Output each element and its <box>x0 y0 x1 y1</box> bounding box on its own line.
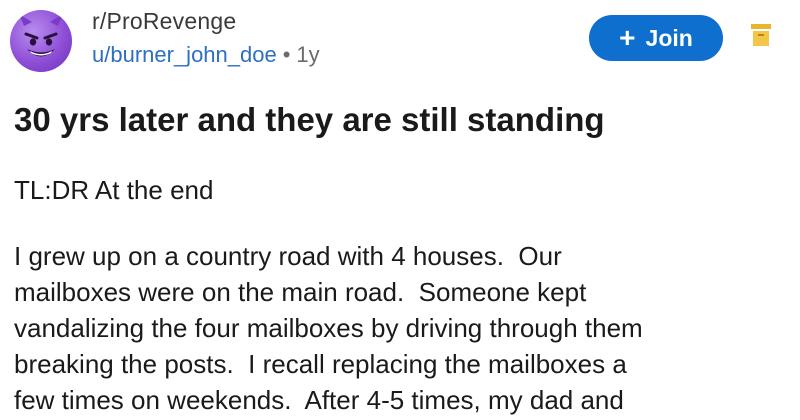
author-link[interactable]: u/burner_john_doe <box>92 42 277 67</box>
join-label: Join <box>645 24 693 51</box>
subreddit-name[interactable]: r/ProRevenge <box>92 6 320 36</box>
archive-box-icon <box>751 24 771 46</box>
join-button[interactable]: + Join <box>589 15 723 61</box>
body-line: mailboxes were on the main road. Someone… <box>14 277 587 307</box>
plus-icon: + <box>619 22 636 53</box>
body-line: I grew up on a country road with 4 house… <box>14 241 562 271</box>
byline-separator: • <box>282 42 291 67</box>
body-line: few times on weekends. After 4-5 times, … <box>14 385 624 415</box>
body-line: vandalizing the four mailboxes by drivin… <box>14 313 643 343</box>
post-age: 1y <box>296 42 320 67</box>
post-tldr: TL:DR At the end <box>14 175 214 205</box>
post-byline: u/burner_john_doe • 1y <box>92 40 320 70</box>
post-header: r/ProRevenge u/burner_john_doe • 1y + Join <box>0 0 800 80</box>
devil-face-icon <box>19 14 63 57</box>
subreddit-avatar[interactable] <box>10 10 72 72</box>
post-meta: r/ProRevenge u/burner_john_doe • 1y <box>92 6 320 70</box>
post-body: I grew up on a country road with 4 house… <box>14 238 794 418</box>
reddit-post: r/ProRevenge u/burner_john_doe • 1y + Join… <box>0 0 800 420</box>
body-line: breaking the posts. I recall replacing t… <box>14 349 627 379</box>
post-title[interactable]: 30 yrs later and they are still standing <box>14 98 605 142</box>
